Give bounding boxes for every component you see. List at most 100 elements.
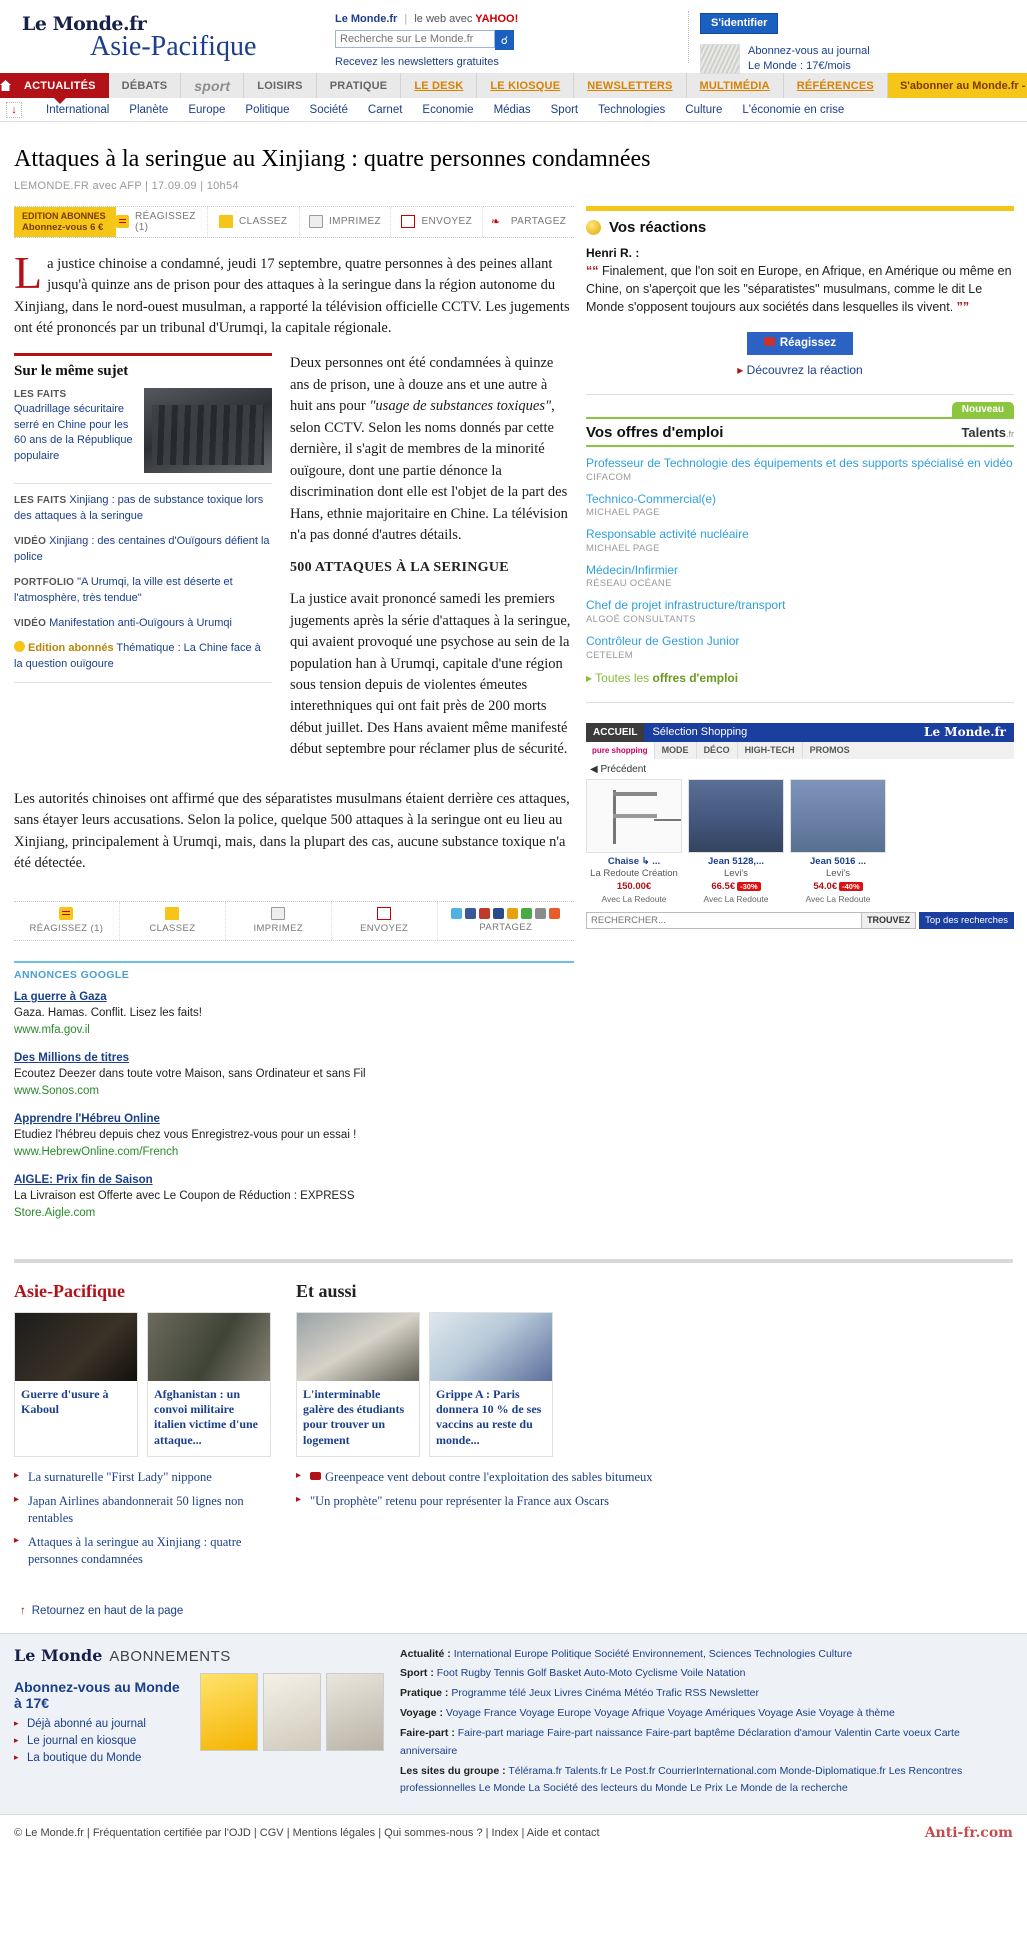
footer-sport-rugby[interactable]: Rugby [461,1667,491,1679]
footer-voy-asie[interactable]: Voyage Asie [758,1707,816,1719]
subscribe-block[interactable]: Abonnez-vous au journal Le Monde : 17€/m… [700,44,1010,74]
list-item[interactable]: Attaques à la seringue au Xinjiang : qua… [14,1534,272,1568]
asie-link-3[interactable]: Attaques à la seringue au Xinjiang : qua… [28,1535,241,1566]
footer-sport-basket[interactable]: Basket [549,1667,581,1679]
ad-item-4[interactable]: AIGLE: Prix fin de Saison La Livraison e… [14,1172,574,1222]
footer-grp-diplo[interactable]: Monde-Diplomatique.fr [780,1765,886,1777]
subnav-item-planete[interactable]: Planète [119,104,178,116]
more-icon[interactable] [549,908,561,920]
share-social-group[interactable]: PARTAGEZ [438,902,574,940]
subnav-item-culture[interactable]: Culture [675,104,732,116]
share-send-button[interactable]: ENVOYEZ [332,901,438,940]
ad-item-2[interactable]: Des Millions de titres Ecoutez Deezer da… [14,1050,574,1100]
footer-fp-bapteme[interactable]: Faire-part baptême [646,1727,735,1739]
footer-fp-voeux[interactable]: Carte voeux [875,1727,932,1739]
nav-item-references[interactable]: RÉFÉRENCES [784,73,888,98]
ad-item-3[interactable]: Apprendre l'Hébreu Online Etudiez l'hébr… [14,1111,574,1161]
footer-actu-environnement[interactable]: Environnement, Sciences [632,1648,751,1660]
scoopeo-icon[interactable] [507,908,519,920]
talents-logo[interactable]: Talents.fr [961,425,1014,440]
product-card-1[interactable]: Chaise ↳ ... La Redoute Création 150.00€… [586,778,682,904]
classify-button[interactable]: CLASSEZ [208,206,300,237]
footer-fp-valentin[interactable]: Valentin [834,1727,871,1739]
subnav-item-societe[interactable]: Société [300,104,358,116]
related-item-2[interactable]: VIDÉO Xinjiang : des centaines d'Ouïgours… [14,534,272,566]
job-item-2[interactable]: Technico-Commercial(e) MICHAEL PAGE [586,492,1014,519]
card-left-2[interactable]: Afghanistan : un convoi militaire italie… [147,1311,271,1458]
footer-grp-courrier[interactable]: CourrierInternational.com [658,1765,776,1777]
yahoo-logo[interactable]: YAHOO! [475,13,519,25]
product-3-name[interactable]: Jean 5016 ... [790,856,886,868]
list-item[interactable]: Déjà abonné au journal [14,1718,190,1730]
netvibes-icon[interactable] [535,908,547,920]
footer-prat-meteo[interactable]: Météo [624,1687,653,1699]
list-item[interactable]: Japan Airlines abandonnerait 50 lignes n… [14,1493,272,1527]
card-right-2[interactable]: Grippe A : Paris donnera 10 % de ses vac… [429,1311,553,1458]
footer-prat-jeux[interactable]: Jeux [529,1687,551,1699]
related-item-5[interactable]: Edition abonnés Thématique : La Chine fa… [14,640,272,673]
footer-sport-voile[interactable]: Voile [681,1667,704,1679]
footer-sport-natation[interactable]: Natation [706,1667,745,1679]
job-item-4[interactable]: Médecin/Infirmier RÉSEAU OCÉANE [586,563,1014,590]
footer-voy-theme[interactable]: Voyage à thème [819,1707,895,1719]
wikio-icon[interactable] [479,908,491,920]
down-arrow-icon[interactable]: ↓ [6,101,22,118]
job-1-title[interactable]: Professeur de Technologie des équipement… [586,456,1013,470]
footer-actu-europe[interactable]: Europe [514,1648,548,1660]
subnav-item-international[interactable]: International [36,104,119,116]
shopping-prev-button[interactable]: ◀ Précédent [586,759,1014,779]
subnav-item-politique[interactable]: Politique [235,104,299,116]
footer-sport-foot[interactable]: Foot [437,1667,458,1679]
shopping-home-tab[interactable]: ACCUEIL [586,722,645,742]
nav-item-loisirs[interactable]: LOISIRS [244,73,317,98]
footer-grp-telerama[interactable]: Télérama.fr [508,1765,562,1777]
footer-actu-societe[interactable]: Société [594,1648,629,1660]
share-classify-button[interactable]: CLASSEZ [120,901,226,940]
product-2-name[interactable]: Jean 5128,... [688,856,784,868]
footer-grp-societe[interactable]: La Société des lecteurs du Monde [528,1782,687,1794]
footer-voy-afrique[interactable]: Voyage Afrique [594,1707,665,1719]
related-item-4[interactable]: VIDÉO Manifestation anti-Ouïgours à Urumq… [14,616,272,632]
share-react-button[interactable]: RÉAGISSEZ (1) [14,901,120,940]
footer-fp-mariage[interactable]: Faire-part mariage [458,1727,544,1739]
nav-item-le-desk[interactable]: LE DESK [401,73,478,98]
footer-actu-culture[interactable]: Culture [818,1648,852,1660]
footer-prat-cinema[interactable]: Cinéma [585,1687,621,1699]
scope-lemonde[interactable]: Le Monde.fr [335,13,397,25]
signin-button[interactable]: S'identifier [700,13,779,34]
job-3-title[interactable]: Responsable activité nucléaire [586,527,749,541]
footer-voy-ameriques[interactable]: Voyage Amériques [668,1707,756,1719]
footer-link-1[interactable]: Déjà abonné au journal [27,1718,146,1730]
shopping-search-input[interactable] [586,911,863,929]
twitter-icon[interactable] [451,908,463,920]
job-item-3[interactable]: Responsable activité nucléaire MICHAEL P… [586,527,1014,554]
legal-text[interactable]: © Le Monde.fr | Fréquentation certifiée … [14,1827,600,1839]
related-featured-link[interactable]: Quadrillage sécuritaire serré en Chine p… [14,403,133,461]
subnav-item-carnet[interactable]: Carnet [358,104,413,116]
share-button[interactable]: ❧ PARTAGEZ [483,207,574,237]
newsletters-link[interactable]: Recevez les newsletters gratuites [335,56,685,68]
shopping-tab-mode[interactable]: MODE [653,741,696,759]
subscribe-promo-button[interactable]: S'abonner au Monde.fr - 6€ / mois [887,73,1027,98]
related-item-1[interactable]: LES FAITS Xinjiang : pas de substance tox… [14,493,272,525]
subnav-item-europe[interactable]: Europe [178,104,235,116]
footer-prat-livres[interactable]: Livres [554,1687,582,1699]
footer-grp-lepost[interactable]: Le Post.fr [610,1765,655,1777]
job-6-title[interactable]: Contrôleur de Gestion Junior [586,634,739,648]
et-aussi-link-2[interactable]: "Un prophète" retenu pour représenter la… [310,1494,609,1508]
send-button[interactable]: ENVOYEZ [391,206,484,237]
nav-item-newsletters[interactable]: NEWSLETTERS [574,73,687,98]
footer-voy-france[interactable]: Voyage France [446,1707,517,1719]
facebook-icon[interactable] [465,908,477,920]
product-1-name[interactable]: Chaise ↳ ... [586,856,682,868]
footer-actu-politique[interactable]: Politique [551,1648,591,1660]
shopping-tab-hightech[interactable]: HIGH-TECH [736,741,802,759]
card-left-1[interactable]: Guerre d'usure à Kaboul [14,1311,138,1458]
footer-prat-tv[interactable]: Programme télé [451,1687,526,1699]
ad-4-title[interactable]: AIGLE: Prix fin de Saison [14,1172,574,1189]
list-item[interactable]: "Un prophète" retenu pour représenter la… [296,1493,786,1510]
home-icon[interactable] [0,73,11,98]
shopping-tab-deco[interactable]: DÉCO [695,741,737,759]
footer-voy-europe[interactable]: Voyage Europe [519,1707,591,1719]
ad-1-title[interactable]: La guerre à Gaza [14,989,574,1006]
